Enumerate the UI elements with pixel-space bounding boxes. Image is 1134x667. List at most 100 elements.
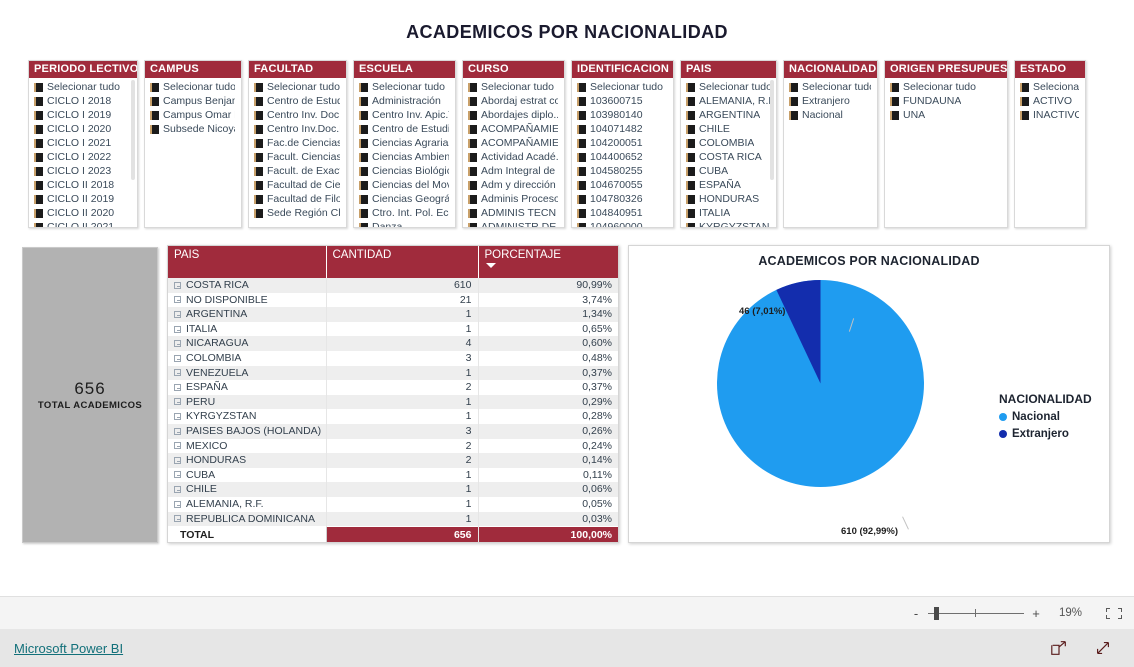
zoom-slider-thumb[interactable]: [934, 607, 939, 620]
column-header-pais[interactable]: PAIS: [168, 246, 327, 278]
slicer-item-facultad-5[interactable]: Facult. Ciencias d...: [249, 150, 346, 164]
checkbox-icon[interactable]: [34, 96, 43, 106]
slicer-item-curso-9[interactable]: ADMINIS TECN I...: [463, 206, 564, 220]
slicer-item-periodo-lectivo-5[interactable]: CICLO I 2022: [29, 150, 137, 164]
checkbox-icon[interactable]: [254, 124, 263, 134]
checkbox-icon[interactable]: [359, 166, 368, 176]
checkbox-icon[interactable]: [577, 96, 586, 106]
slicer-item-escuela-4[interactable]: Ciencias Agrarias: [354, 136, 455, 150]
expand-icon[interactable]: [174, 325, 181, 333]
expand-icon[interactable]: [174, 296, 181, 304]
checkbox-icon[interactable]: [890, 96, 899, 106]
slicer-item-campus-2[interactable]: Campus Omar De...: [145, 108, 241, 122]
checkbox-icon[interactable]: [468, 180, 477, 190]
expand-icon[interactable]: [174, 369, 181, 377]
checkbox-icon[interactable]: [34, 124, 43, 134]
slicer-scrollbar[interactable]: [131, 80, 135, 180]
slicer-estado[interactable]: ESTADO Selecionar t... ACTIVO INACTIVO: [1014, 60, 1086, 228]
pie-chart-visual[interactable]: ACADEMICOS POR NACIONALIDAD 46 (7,01%) 6…: [628, 245, 1110, 543]
slicer-item-nacionalidad-2[interactable]: Nacional: [784, 108, 877, 122]
slicer-item-origen-presupuestario-1[interactable]: FUNDAUNA: [885, 94, 1007, 108]
slicer-item-pais-0[interactable]: Selecionar tudo: [681, 80, 776, 94]
slicer-item-escuela-8[interactable]: Ciencias Geográfic...: [354, 192, 455, 206]
slicer-item-curso-0[interactable]: Selecionar tudo: [463, 80, 564, 94]
checkbox-icon[interactable]: [577, 222, 586, 227]
table-row[interactable]: NICARAGUA 4 0,60%: [168, 336, 618, 351]
checkbox-icon[interactable]: [577, 110, 586, 120]
expand-icon[interactable]: [174, 427, 181, 435]
slicer-item-campus-1[interactable]: Campus Benjamín...: [145, 94, 241, 108]
column-header-cantidad[interactable]: CANTIDAD: [326, 246, 479, 278]
checkbox-icon[interactable]: [686, 222, 695, 227]
slicer-item-escuela-7[interactable]: Ciencias del Mov....: [354, 178, 455, 192]
checkbox-icon[interactable]: [468, 194, 477, 204]
checkbox-icon[interactable]: [577, 194, 586, 204]
slicer-scrollbar[interactable]: [770, 80, 774, 180]
checkbox-icon[interactable]: [686, 124, 695, 134]
table-row[interactable]: PERU 1 0,29%: [168, 394, 618, 410]
checkbox-icon[interactable]: [359, 138, 368, 148]
checkbox-icon[interactable]: [34, 180, 43, 190]
checkbox-icon[interactable]: [254, 166, 263, 176]
share-icon[interactable]: [1050, 639, 1068, 657]
checkbox-icon[interactable]: [34, 138, 43, 148]
checkbox-icon[interactable]: [686, 166, 695, 176]
checkbox-icon[interactable]: [34, 194, 43, 204]
checkbox-icon[interactable]: [254, 96, 263, 106]
slicer-item-pais-1[interactable]: ALEMANIA, R.F.: [681, 94, 776, 108]
slicer-item-estado-0[interactable]: Selecionar t...: [1015, 80, 1085, 94]
zoom-slider[interactable]: [928, 607, 1024, 620]
fit-to-page-icon[interactable]: [1106, 607, 1122, 620]
slicer-item-escuela-6[interactable]: Ciencias Biológicas: [354, 164, 455, 178]
checkbox-icon[interactable]: [359, 96, 368, 106]
slicer-item-facultad-9[interactable]: Sede Región Chor...: [249, 206, 346, 220]
slicer-pais[interactable]: PAIS Selecionar tudo ALEMANIA, R.F. ARGENTI…: [680, 60, 777, 228]
table-row[interactable]: CUBA 1 0,11%: [168, 467, 618, 483]
slicer-identificacion[interactable]: IDENTIFICACION Selecionar tudo 103600715 10…: [571, 60, 674, 228]
slicer-item-escuela-5[interactable]: Ciencias Ambienta...: [354, 150, 455, 164]
table-row[interactable]: ALEMANIA, R.F. 1 0,05%: [168, 496, 618, 512]
slicer-item-pais-2[interactable]: ARGENTINA: [681, 108, 776, 122]
slicer-escuela[interactable]: ESCUELA Selecionar tudo Administración Cent…: [353, 60, 456, 228]
checkbox-icon[interactable]: [254, 110, 263, 120]
checkbox-icon[interactable]: [359, 222, 368, 227]
checkbox-icon[interactable]: [577, 138, 586, 148]
checkbox-icon[interactable]: [686, 180, 695, 190]
expand-icon[interactable]: [174, 281, 181, 289]
slicer-item-periodo-lectivo-4[interactable]: CICLO I 2021: [29, 136, 137, 150]
slicer-item-periodo-lectivo-0[interactable]: Selecionar tudo: [29, 80, 137, 94]
slicer-item-escuela-0[interactable]: Selecionar tudo: [354, 80, 455, 94]
slicer-item-pais-6[interactable]: CUBA: [681, 164, 776, 178]
checkbox-icon[interactable]: [150, 124, 159, 134]
zoom-out-button[interactable]: -: [910, 606, 922, 621]
expand-icon[interactable]: [174, 340, 181, 348]
checkbox-icon[interactable]: [359, 194, 368, 204]
slicer-item-periodo-lectivo-1[interactable]: CICLO I 2018: [29, 94, 137, 108]
table-row[interactable]: VENEZUELA 1 0,37%: [168, 365, 618, 381]
checkbox-icon[interactable]: [34, 208, 43, 218]
fullscreen-icon[interactable]: [1094, 639, 1112, 657]
checkbox-icon[interactable]: [359, 208, 368, 218]
expand-icon[interactable]: [174, 413, 181, 421]
checkbox-icon[interactable]: [890, 110, 899, 120]
slicer-facultad[interactable]: FACULTAD Selecionar tudo Centro de Estudio…: [248, 60, 347, 228]
slicer-item-pais-7[interactable]: ESPAÑA: [681, 178, 776, 192]
table-row[interactable]: KYRGYZSTAN 1 0,28%: [168, 409, 618, 424]
checkbox-icon[interactable]: [577, 180, 586, 190]
checkbox-icon[interactable]: [34, 222, 43, 227]
slicer-item-curso-5[interactable]: Actividad Acadé...: [463, 150, 564, 164]
table-row[interactable]: REPUBLICA DOMINICANA 1 0,03%: [168, 511, 618, 527]
slicer-periodo-lectivo[interactable]: PERIODO LECTIVO Selecionar tudo CICLO I 20…: [28, 60, 138, 228]
checkbox-icon[interactable]: [150, 110, 159, 120]
checkbox-icon[interactable]: [359, 124, 368, 134]
expand-icon[interactable]: [174, 486, 181, 494]
table-visual-pais[interactable]: PAIS CANTIDAD PORCENTAJE COSTA RICA 610 90…: [167, 245, 619, 543]
slicer-item-identificacion-0[interactable]: Selecionar tudo: [572, 80, 673, 94]
slicer-item-identificacion-3[interactable]: 104071482: [572, 122, 673, 136]
checkbox-icon[interactable]: [254, 194, 263, 204]
slicer-item-pais-3[interactable]: CHILE: [681, 122, 776, 136]
slicer-item-nacionalidad-1[interactable]: Extranjero: [784, 94, 877, 108]
slicer-item-campus-3[interactable]: Subsede Nicoya: [145, 122, 241, 136]
slicer-item-facultad-6[interactable]: Facult. de Exactas...: [249, 164, 346, 178]
checkbox-icon[interactable]: [686, 96, 695, 106]
